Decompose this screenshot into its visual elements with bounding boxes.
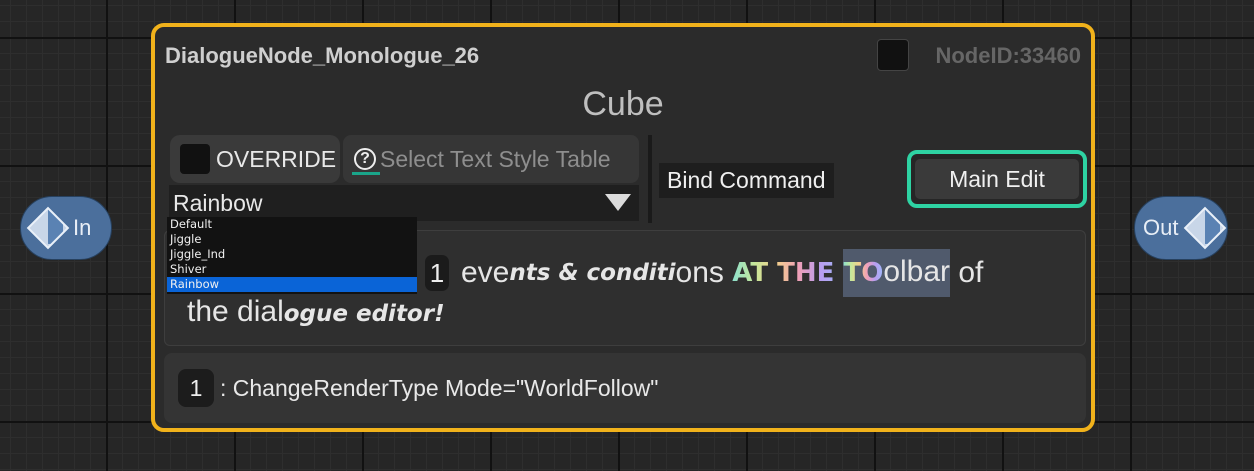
dialogue-segment: ons [675,256,733,289]
output-pin-label: Out [1143,215,1179,240]
bind-command-button[interactable]: Bind Command [659,163,834,198]
chevron-down-icon[interactable] [605,194,631,211]
text-style-table-picker[interactable]: ? Select Text Style Table [343,135,639,183]
dropdown-option-shiver[interactable]: Shiver [167,262,417,277]
node-id: NodeID:33460 [935,43,1081,68]
override-checkbox[interactable] [180,144,210,174]
question-icon: ? [352,148,380,175]
main-edit-label: Main Edit [915,159,1079,199]
main-edit-button[interactable]: Main Edit [907,150,1087,208]
dropdown-option-jiggle[interactable]: Jiggle [167,232,417,247]
node-title: DialogueNode_Monologue_26 [165,43,480,68]
dialogue-segment-styled: nts & conditi [509,260,676,286]
text-style-select[interactable]: Rainbow [169,185,639,221]
override-toggle[interactable]: OVERRIDE [170,135,340,183]
override-label: OVERRIDE [216,145,337,172]
style-table-placeholder: Select Text Style Table [380,145,611,172]
dialogue-segment: of [950,256,984,289]
dialogue-segment: the dial [187,295,284,328]
dialogue-line-1: 1 eve nts & conditi ons AT THE TOolbar o… [425,249,983,297]
dialogue-marker: 1 [425,255,449,291]
dialogue-selection: TOolbar [843,249,951,297]
input-pin-label: In [73,215,92,240]
text-style-dropdown[interactable]: Default Jiggle Jiggle_Ind Shiver Rainbow [167,217,417,294]
dialogue-segment-rainbow: AT THE [732,258,844,288]
event-row[interactable]: 1 : ChangeRenderType Mode="WorldFollow" [164,353,1086,423]
dropdown-option-rainbow[interactable]: Rainbow [167,277,417,292]
dropdown-option-jiggle-ind[interactable]: Jiggle_Ind [167,247,417,262]
dropdown-option-default[interactable]: Default [167,217,417,232]
event-command-text: : ChangeRenderType Mode="WorldFollow" [220,374,659,401]
speaker-name: Cube [582,85,664,123]
output-pin[interactable]: Out [1134,196,1228,260]
divider [648,135,652,223]
selected-style: Rainbow [173,189,263,216]
dialogue-segment-rainbow: TO [843,258,884,288]
input-pin[interactable]: In [20,196,112,260]
exec-diamond-icon [1184,206,1227,250]
node-id-checkbox[interactable] [877,39,909,71]
dialogue-line-2: the dialogue editor! [187,295,445,329]
event-index-badge: 1 [178,369,214,407]
exec-diamond-icon [26,206,70,250]
dialogue-segment: olbar [883,255,951,288]
dialogue-segment: eve [461,256,510,289]
dialogue-segment-styled: ogue editor! [283,301,445,327]
